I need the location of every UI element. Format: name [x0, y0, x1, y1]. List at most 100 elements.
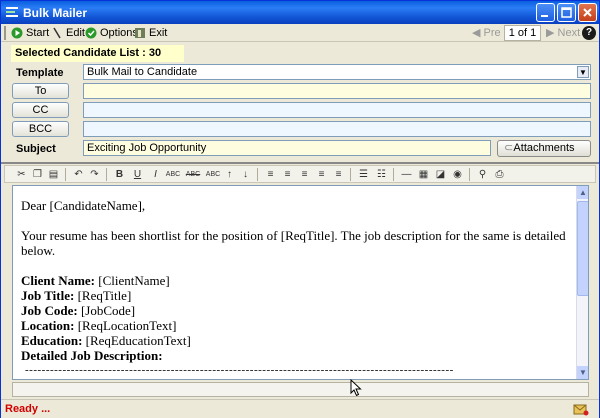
image-icon[interactable]: ◪: [434, 168, 447, 181]
align-right-icon[interactable]: ≡: [298, 168, 311, 181]
bold-icon[interactable]: B: [113, 168, 126, 181]
indent-icon[interactable]: ≡: [332, 168, 345, 181]
menu-start[interactable]: Start: [11, 25, 49, 41]
window-title: Bulk Mailer: [23, 6, 88, 20]
redo-icon[interactable]: ↷: [88, 168, 101, 181]
scroll-up-icon[interactable]: ▲: [577, 186, 588, 199]
field-value: [ReqLocationText]: [74, 318, 177, 333]
attachments-button[interactable]: ⊂ Attachments: [497, 140, 591, 157]
greeting-text: Dear [CandidateName],: [21, 198, 146, 213]
subject-label: Subject: [16, 143, 56, 155]
underline-icon[interactable]: U: [131, 168, 144, 181]
message-body[interactable]: Dear [CandidateName], Your resume has be…: [21, 198, 573, 378]
next-page-button[interactable]: ▶ Next: [546, 25, 580, 41]
maximize-button[interactable]: [557, 3, 576, 22]
editor-footer-bar: [12, 382, 589, 397]
app-icon: [6, 7, 18, 17]
toolbar-separator: [65, 168, 66, 181]
selected-candidate-count: Selected Candidate List : 30: [11, 45, 184, 62]
to-button[interactable]: To: [12, 83, 69, 99]
intro-text: Your resume has been shortlist for the p…: [21, 228, 566, 258]
menu-exit-label: Exit: [149, 27, 168, 39]
toolbar-separator: [257, 168, 258, 181]
undo-icon[interactable]: ↶: [72, 168, 85, 181]
field-label: Job Code:: [21, 303, 78, 318]
mail-status-icon: [573, 404, 589, 416]
cc-field[interactable]: [83, 102, 591, 118]
field-location: Location: [ReqLocationText]: [21, 318, 573, 333]
italic-icon[interactable]: I: [149, 168, 162, 181]
minimize-button[interactable]: [536, 3, 555, 22]
toolbar-separator: [469, 168, 470, 181]
bcc-field[interactable]: [83, 121, 591, 137]
page-indicator: 1 of 1: [504, 25, 541, 41]
sort-descending-icon[interactable]: ↓: [239, 168, 252, 181]
toolbar-separator: [106, 168, 107, 181]
field-label: Detailed Job Description:: [21, 348, 163, 363]
menu-edit-label: Edit: [66, 27, 85, 39]
menu-bar: Start Edit Options Exit ◀ Pre 1 of 1 ▶ N…: [1, 24, 599, 42]
sort-ascending-icon[interactable]: ↑: [223, 168, 236, 181]
font-color-icon[interactable]: ABC: [165, 168, 181, 181]
menu-options-label: Options: [100, 27, 138, 39]
grip-icon: [4, 26, 6, 40]
field-job-code: Job Code: [JobCode]: [21, 303, 573, 318]
paste-icon[interactable]: ▤: [47, 168, 60, 181]
prev-label: Pre: [483, 27, 501, 39]
bcc-button[interactable]: BCC: [12, 121, 69, 137]
next-arrow-icon: ▶: [546, 27, 555, 39]
justify-icon[interactable]: ≡: [315, 168, 328, 181]
field-value: [ReqTitle]: [74, 288, 132, 303]
menu-options[interactable]: Options: [85, 25, 138, 41]
prev-page-button[interactable]: ◀ Pre: [472, 25, 501, 41]
exit-icon: [135, 28, 145, 38]
menu-start-label: Start: [26, 27, 50, 39]
horizontal-rule-icon[interactable]: —: [400, 168, 413, 181]
link-icon[interactable]: ◉: [451, 168, 464, 181]
close-icon: [583, 8, 592, 17]
editor-toolbar: ✂ ❐ ▤ ↶ ↷ B U I ABC ABC ABC ↑ ↓ ≡ ≡ ≡ ≡ …: [4, 165, 596, 183]
start-icon: [11, 27, 23, 39]
prev-arrow-icon: ◀: [472, 27, 481, 39]
template-value: Bulk Mail to Candidate: [87, 66, 198, 78]
field-value: [ClientName]: [95, 273, 170, 288]
toolbar-separator: [350, 168, 351, 181]
cc-button[interactable]: CC: [12, 102, 69, 118]
paperclip-icon: ⊂: [504, 142, 514, 154]
toolbar-separator: [393, 168, 394, 181]
bulk-mailer-window: Bulk Mailer Start Edit Options Exit ◀ Pr…: [0, 0, 600, 418]
cut-icon[interactable]: ✂: [15, 168, 28, 181]
status-text: Ready ...: [5, 403, 51, 415]
find-icon[interactable]: ⚲: [476, 168, 489, 181]
field-value: [ReqEducationText]: [82, 333, 191, 348]
message-editor[interactable]: Dear [CandidateName], Your resume has be…: [12, 185, 589, 380]
scrollbar-thumb[interactable]: [577, 201, 588, 296]
title-bar: Bulk Mailer: [1, 1, 599, 24]
copy-icon[interactable]: ❐: [31, 168, 44, 181]
attachments-label: Attachments: [513, 142, 575, 154]
bullet-list-icon[interactable]: ☰: [357, 168, 370, 181]
subject-field[interactable]: Exciting Job Opportunity: [83, 140, 491, 156]
template-select[interactable]: Bulk Mail to Candidate ▼: [83, 64, 591, 80]
strikethrough-icon[interactable]: ABC: [185, 168, 201, 181]
to-field[interactable]: [83, 83, 591, 99]
chevron-down-icon[interactable]: ▼: [577, 66, 589, 78]
scroll-down-icon[interactable]: ▼: [577, 366, 588, 379]
help-icon[interactable]: ?: [582, 26, 596, 40]
minimize-icon: [541, 15, 548, 17]
vertical-scrollbar[interactable]: ▲ ▼: [576, 186, 588, 379]
menu-exit[interactable]: Exit: [134, 25, 167, 41]
status-bar: Ready ...: [1, 399, 599, 418]
options-icon: [85, 27, 97, 39]
align-center-icon[interactable]: ≡: [281, 168, 294, 181]
close-button[interactable]: [578, 3, 597, 22]
menu-edit[interactable]: Edit: [51, 25, 85, 41]
template-label: Template: [16, 67, 64, 79]
numbered-list-icon[interactable]: ☷: [375, 168, 388, 181]
field-education: Education: [ReqEducationText]: [21, 333, 573, 348]
align-left-icon[interactable]: ≡: [264, 168, 277, 181]
print-icon[interactable]: ⎙: [493, 168, 506, 181]
table-icon[interactable]: ▦: [417, 168, 430, 181]
field-label: Job Title:: [21, 288, 75, 303]
highlight-icon[interactable]: ABC: [205, 168, 221, 181]
